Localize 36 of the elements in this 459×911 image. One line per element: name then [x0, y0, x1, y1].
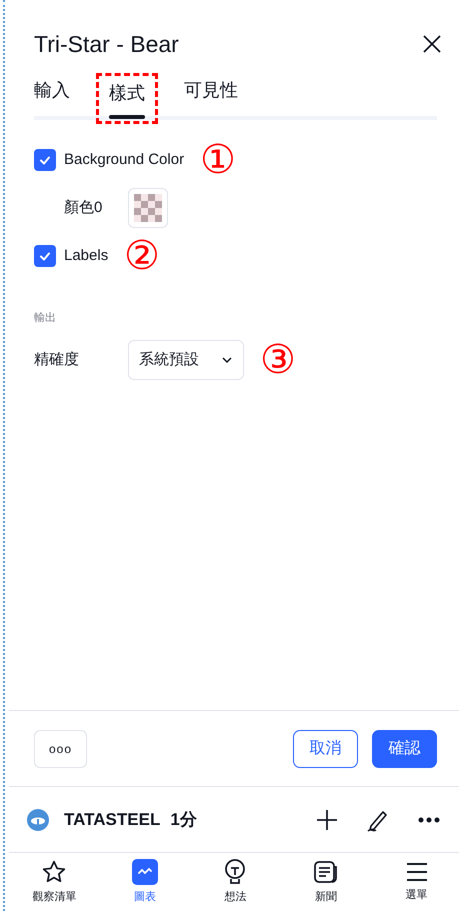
tab[interactable]: 可見性: [184, 77, 238, 116]
checkbox[interactable]: [34, 149, 56, 171]
interval-label[interactable]: 1分: [170, 806, 197, 832]
lightbulb-icon: [223, 858, 248, 885]
checkbox-label: Background Color: [64, 150, 184, 170]
tab[interactable]: 輸入: [34, 77, 70, 116]
menu-icon: [404, 860, 429, 883]
symbol-name[interactable]: TATASTEEL: [64, 806, 160, 832]
annotation-number: ③: [260, 340, 296, 380]
precision-select[interactable]: 系統預設: [128, 340, 244, 380]
select-label: 精確度: [34, 350, 80, 370]
checkbox[interactable]: [34, 245, 56, 267]
more-icon[interactable]: [418, 816, 440, 822]
symbol-logo-icon: [27, 808, 49, 830]
section-heading: 輸出: [34, 310, 56, 326]
plus-icon[interactable]: [316, 808, 338, 830]
checkbox-label: Labels: [64, 246, 108, 266]
close-icon[interactable]: [422, 34, 442, 54]
nav-item[interactable]: 選單: [382, 860, 452, 904]
nav-item[interactable]: 觀察清單: [19, 858, 90, 906]
nav-item[interactable]: 新聞: [291, 858, 362, 906]
chart-icon: [132, 858, 158, 885]
color-swatch[interactable]: [128, 188, 168, 228]
annotation-number: ②: [124, 236, 160, 276]
nav-item[interactable]: 想法: [200, 858, 270, 906]
ok-button[interactable]: 確認: [372, 730, 437, 768]
cancel-button[interactable]: 取消: [293, 730, 358, 768]
newspaper-icon: [313, 858, 340, 885]
annotation-number: ①: [200, 140, 236, 180]
chevron-down-icon: [221, 356, 233, 364]
color-label: 顏色0: [64, 198, 104, 218]
tab[interactable]: 樣式: [105, 80, 149, 119]
dialog-title: Tri-Star - Bear: [34, 30, 179, 59]
nav-item[interactable]: 圖表: [110, 858, 180, 906]
star-icon: [41, 858, 68, 885]
more-button[interactable]: ooo: [34, 730, 87, 768]
